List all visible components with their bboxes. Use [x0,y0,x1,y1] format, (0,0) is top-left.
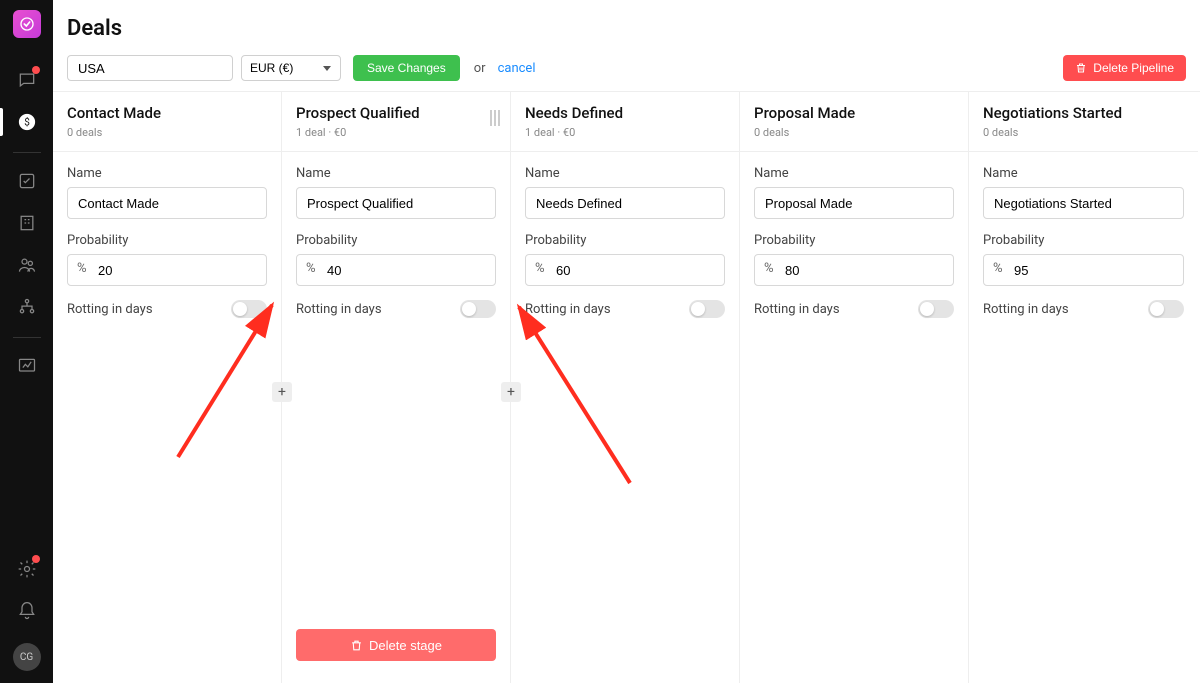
pipeline-board: Contact Made 0 deals Name Probability% Rotti… [53,92,1200,683]
probability-input[interactable] [67,254,267,286]
probability-label: Probability [983,233,1184,248]
toolbar: EUR (€) Save Changes or cancel Delete Pi… [67,55,1186,81]
save-button[interactable]: Save Changes [353,55,460,81]
probability-label: Probability [525,233,725,248]
column-title: Prospect Qualified [296,104,496,122]
nav-contacts[interactable] [0,245,53,285]
nav-divider [13,337,41,338]
rotting-toggle[interactable] [460,300,496,318]
percent-prefix: % [306,261,316,276]
cancel-link[interactable]: cancel [498,61,536,76]
delete-pipeline-button[interactable]: Delete Pipeline [1063,55,1186,81]
sidebar: $ CG [0,0,53,683]
notification-dot-icon [32,66,40,74]
column-subtitle: 0 deals [983,126,1184,139]
column-subtitle: 0 deals [754,126,954,139]
column-title: Needs Defined [525,104,725,122]
column-subtitle: 0 deals [67,126,267,139]
svg-text:$: $ [24,115,30,128]
column-header: Prospect Qualified 1 deal · €0 [282,92,510,152]
column-body: Name Probability% Rotting in days [511,152,739,683]
nav-settings[interactable] [0,549,53,589]
rotting-label: Rotting in days [296,302,382,317]
probability-label: Probability [754,233,954,248]
stage-column: Proposal Made 0 deals Name Probability% Rott… [740,92,969,683]
delete-stage-label: Delete stage [369,638,442,653]
trash-icon [1075,62,1087,74]
nav-tasks[interactable] [0,161,53,201]
stage-name-input[interactable] [754,187,954,219]
stage-name-input[interactable] [525,187,725,219]
stage-column: +Prospect Qualified1 deal · €0NameProbab… [282,92,511,683]
notification-dot-icon [32,555,40,563]
stage-name-input[interactable] [983,187,1184,219]
rotting-toggle[interactable] [689,300,725,318]
nav-deals[interactable]: $ [0,102,53,142]
name-label: Name [296,166,496,181]
probability-input[interactable] [754,254,954,286]
column-header: Proposal Made 0 deals [740,92,968,152]
probability-input[interactable] [983,254,1184,286]
column-subtitle: 1 deal · €0 [296,126,496,139]
page-title: Deals [67,16,1186,41]
rotting-label: Rotting in days [754,302,840,317]
column-body: Name Probability% Rotting in days [969,152,1198,683]
nav-chat[interactable] [0,60,53,100]
rotting-toggle[interactable] [918,300,954,318]
column-drag-handle[interactable] [490,110,500,126]
delete-pipeline-label: Delete Pipeline [1093,61,1174,75]
column-subtitle: 1 deal · €0 [525,126,725,139]
rotting-label: Rotting in days [525,302,611,317]
rotting-label: Rotting in days [983,302,1069,317]
column-body: Name Probability% Rotting in days [740,152,968,683]
column-header: Contact Made 0 deals [53,92,281,152]
name-label: Name [67,166,267,181]
column-title: Contact Made [67,104,267,122]
column-header: Negotiations Started 0 deals [969,92,1198,152]
percent-prefix: % [993,261,1003,276]
column-header: Needs Defined 1 deal · €0 [511,92,739,152]
stage-column: +Needs Defined1 deal · €0NameProbability… [511,92,740,683]
nav-org[interactable] [0,287,53,327]
probability-label: Probability [296,233,496,248]
name-label: Name [525,166,725,181]
rotting-toggle[interactable] [231,300,267,318]
main-area: Deals EUR (€) Save Changes or cancel Del… [53,0,1200,683]
rotting-label: Rotting in days [67,302,153,317]
delete-stage-button[interactable]: Delete stage [296,629,496,661]
probability-input[interactable] [296,254,496,286]
column-body: Name Probability% Rotting in days [53,152,281,683]
percent-prefix: % [764,261,774,276]
percent-prefix: % [535,261,545,276]
stage-column: Negotiations Started 0 deals Name Probabili… [969,92,1198,683]
name-label: Name [754,166,954,181]
trash-icon [350,639,363,652]
stage-name-input[interactable] [67,187,267,219]
header: Deals EUR (€) Save Changes or cancel Del… [53,0,1200,92]
nav-reports[interactable] [0,346,53,386]
percent-prefix: % [77,261,87,276]
add-stage-button[interactable]: + [501,382,521,402]
nav-companies[interactable] [0,203,53,243]
nav-notifications[interactable] [0,591,53,631]
user-avatar[interactable]: CG [13,643,41,671]
pipeline-name-input[interactable] [67,55,233,81]
or-label: or [474,61,486,76]
column-title: Negotiations Started [983,104,1184,122]
add-stage-button[interactable]: + [272,382,292,402]
nav-divider [13,152,41,153]
app-logo[interactable] [13,10,41,38]
probability-input[interactable] [525,254,725,286]
probability-label: Probability [67,233,267,248]
column-title: Proposal Made [754,104,954,122]
currency-select[interactable]: EUR (€) [241,55,341,81]
stage-name-input[interactable] [296,187,496,219]
name-label: Name [983,166,1184,181]
rotting-toggle[interactable] [1148,300,1184,318]
column-body: Name Probability% Rotting in days Delete st… [282,152,510,683]
stage-column: Contact Made 0 deals Name Probability% Rotti… [53,92,282,683]
